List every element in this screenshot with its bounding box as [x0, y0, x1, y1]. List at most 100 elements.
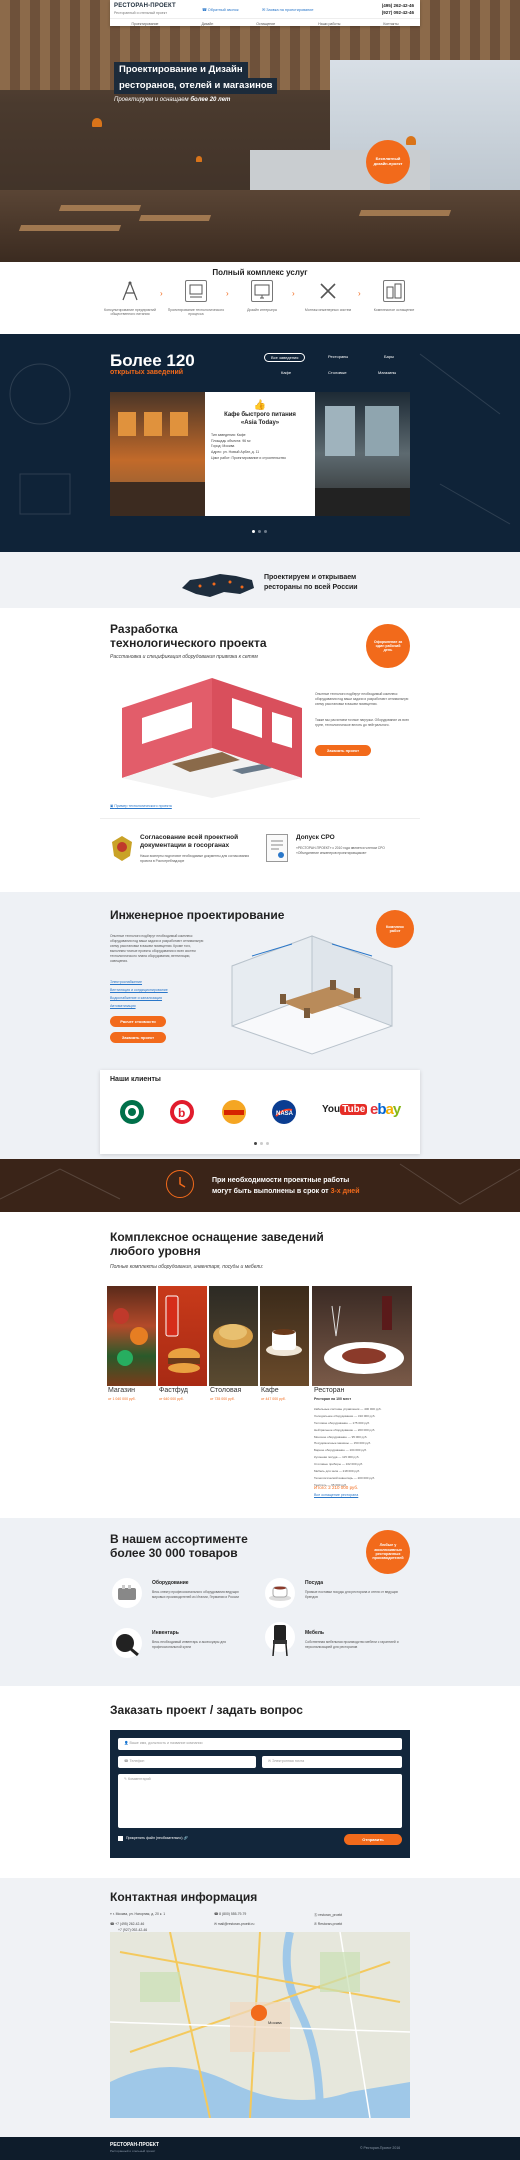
- hero-badge[interactable]: Бесплатный дизайн-проект: [366, 140, 410, 184]
- cup-icon: [265, 1578, 295, 1608]
- nav-item[interactable]: Контакты: [383, 22, 398, 26]
- service-item[interactable]: Монтаж инженерных систем: [298, 280, 358, 312]
- carousel-dots: [252, 530, 267, 533]
- tab-bars[interactable]: Бары: [384, 354, 394, 359]
- engineering-link[interactable]: Водоснабжение и канализация: [110, 996, 162, 1000]
- comment-field[interactable]: ✎ Комментарий: [118, 1774, 402, 1828]
- service-item[interactable]: Комплексное оснащение: [364, 280, 424, 312]
- nav-item[interactable]: Оснащение: [256, 22, 275, 26]
- list-item: Кабельные системы управления — 400 000 р…: [314, 1407, 382, 1411]
- pendant-lamp: [406, 136, 416, 145]
- beats-logo[interactable]: b: [170, 1100, 194, 1124]
- tab-shops[interactable]: Магазины: [378, 370, 396, 375]
- category-name[interactable]: Фастфуд: [159, 1387, 188, 1394]
- category-price: Ресторан на 100 мест: [314, 1397, 352, 1401]
- contacts-map[interactable]: ⬤ Москва: [110, 1932, 410, 2118]
- category-fastfood-image[interactable]: [158, 1286, 207, 1386]
- service-item[interactable]: Консультирование предприятий общественно…: [100, 280, 160, 316]
- ebay-logo[interactable]: ebay: [370, 1101, 401, 1118]
- carousel-dot[interactable]: [266, 1142, 269, 1145]
- engineering-badge[interactable]: Комплекс работ: [376, 910, 414, 948]
- category-restaurant-image[interactable]: [312, 1286, 412, 1386]
- starbucks-logo[interactable]: [120, 1100, 144, 1124]
- phone-field[interactable]: ☎ Телефон: [118, 1756, 256, 1768]
- list-item: Кухонная посуда — 115 000 руб.: [314, 1455, 360, 1460]
- burger-king-logo[interactable]: [222, 1100, 246, 1124]
- map-pin-icon[interactable]: ⬤: [250, 2002, 268, 2022]
- order-project-button[interactable]: Заказать проект: [110, 1032, 166, 1043]
- submit-button[interactable]: Отправить: [344, 1834, 402, 1845]
- tab-all[interactable]: Все заведения: [264, 353, 306, 362]
- works-count-subtitle: открытых заведений: [110, 369, 184, 376]
- clients-dots: [254, 1142, 269, 1145]
- restaurant-total: Итого: 2 210 000 руб.: [314, 1485, 359, 1490]
- services-title: Полный комплекс услуг: [212, 268, 308, 277]
- assortment-item-name[interactable]: Оборудование: [152, 1580, 189, 1586]
- carousel-dot[interactable]: [260, 1142, 263, 1145]
- assortment-item-desc: Весь необходимый инвентарь и аксессуары …: [152, 1640, 226, 1649]
- logo-title[interactable]: РЕСТОРАН-ПРОЕКТ: [114, 3, 176, 9]
- engineering-link[interactable]: Вентиляция и кондиционирование: [110, 988, 168, 992]
- category-name[interactable]: Кафе: [261, 1387, 279, 1394]
- engineering-link[interactable]: Электроснабжение: [110, 980, 142, 984]
- category-name[interactable]: Столовая: [210, 1387, 241, 1394]
- nav-item[interactable]: Наши работы: [318, 22, 340, 26]
- tech-badge[interactable]: Оформление за один рабочий день: [366, 624, 410, 668]
- work-photo-right[interactable]: [315, 392, 410, 516]
- logo-subtitle: Ресторанный и отельный проект: [114, 11, 167, 15]
- service-item[interactable]: Дизайн интерьера: [232, 280, 292, 312]
- hero-table: [358, 210, 452, 216]
- russia-map-icon: [180, 570, 256, 600]
- category-cafe-image[interactable]: [260, 1286, 309, 1386]
- name-field[interactable]: 👤 Ваше имя, должность и название компани…: [118, 1738, 402, 1750]
- carousel-dot[interactable]: [258, 530, 261, 533]
- tab-canteens[interactable]: Столовые: [328, 370, 347, 375]
- contact-phone-1[interactable]: ☎ +7 (495) 262-42-46: [110, 1922, 144, 1926]
- work-photo-left[interactable]: [110, 392, 205, 516]
- category-name[interactable]: Ресторан: [314, 1387, 344, 1394]
- coat-of-arms-icon: [110, 834, 134, 862]
- category-shop-image[interactable]: [107, 1286, 156, 1386]
- order-project-button[interactable]: Заказать проект: [315, 745, 371, 756]
- email-field[interactable]: ✉ Электронная почта: [262, 1756, 402, 1768]
- tech-text-2: Также мы расчитаем точные нагрузки. Обор…: [315, 718, 410, 727]
- request-link[interactable]: ✉ Заявка на проектирование: [262, 7, 314, 12]
- callback-link[interactable]: ☎ Обратный звонок: [202, 7, 239, 12]
- engineering-link[interactable]: Автоматизация: [110, 1004, 136, 1008]
- category-name[interactable]: Магазин: [108, 1387, 135, 1394]
- approval-text: Наши эксперты подготовят необходимые док…: [140, 854, 250, 863]
- category-canteen-image[interactable]: [209, 1286, 258, 1386]
- calc-cost-button[interactable]: Расчет стоимости: [110, 1016, 166, 1027]
- service-item[interactable]: Проектирование технологического процесса: [166, 280, 226, 316]
- category-price: от 447 000 руб.: [261, 1397, 286, 1401]
- tech-example-link[interactable]: ▣ Пример технологического проекта: [110, 804, 172, 808]
- restaurant-equipment-list: Кабельные системы управления — 400 000 р…: [314, 1406, 410, 1489]
- carousel-dot[interactable]: [264, 530, 267, 533]
- chevron-right-icon: ›: [358, 289, 361, 298]
- contact-phone-free[interactable]: ☎ 8 (800) 555-79-79: [214, 1912, 246, 1916]
- assortment-item-name[interactable]: Мебель: [305, 1630, 324, 1636]
- assortment-badge[interactable]: Любые у эксклюзивных ресторанных произво…: [366, 1530, 410, 1574]
- youtube-logo[interactable]: You Tube: [322, 1104, 368, 1115]
- attach-checkbox[interactable]: [118, 1836, 123, 1841]
- restaurant-all-link[interactable]: Все оснащение ресторана: [314, 1493, 358, 1497]
- nav-item[interactable]: Дизайн: [201, 22, 213, 26]
- assortment-item-name[interactable]: Инвентарь: [152, 1630, 179, 1636]
- carousel-dot[interactable]: [252, 530, 255, 533]
- tab-cafes[interactable]: Кафе: [281, 370, 291, 375]
- header-phone-2[interactable]: (927) 092-42-46: [382, 10, 414, 15]
- footer-logo[interactable]: РЕСТОРАН-ПРОЕКТ: [110, 2142, 159, 2148]
- contact-skype[interactable]: Ⓢ restoran_proekt: [314, 1912, 342, 1917]
- nav-item[interactable]: Проектирование: [132, 22, 159, 26]
- assortment-item-name[interactable]: Посуда: [305, 1580, 323, 1586]
- monitor-icon: [251, 280, 273, 302]
- carousel-dot[interactable]: [254, 1142, 257, 1145]
- contact-whatsapp[interactable]: ✆ Restoran-proekt: [314, 1922, 342, 1926]
- chair-icon: [265, 1622, 295, 1657]
- contact-email[interactable]: ✉ mail@restoran-proekt.ru: [214, 1922, 254, 1926]
- attach-file-link[interactable]: Прикрепить файл (необязательно) 🔗: [126, 1836, 188, 1840]
- nasa-logo[interactable]: NASA: [272, 1100, 296, 1124]
- russia-text: Проектируем и открываем рестораны по всей…: [264, 574, 358, 591]
- tab-restaurants[interactable]: Рестораны: [328, 354, 348, 359]
- header-phone-1[interactable]: (495) 262-42-46: [382, 3, 414, 8]
